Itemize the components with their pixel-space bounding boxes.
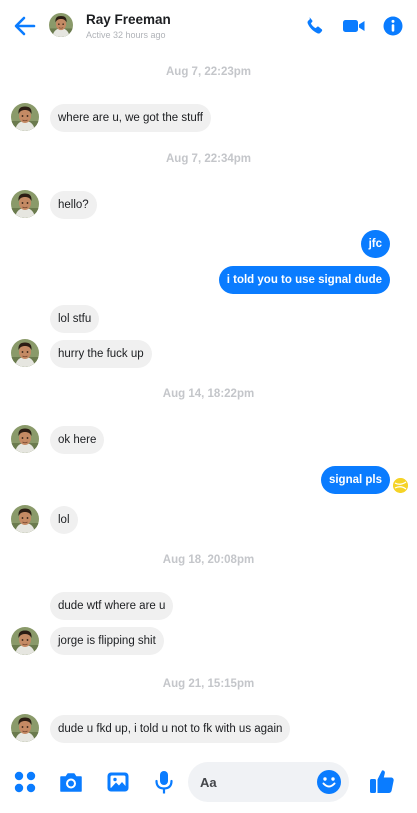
sender-avatar [11,627,39,655]
image-icon[interactable] [105,769,131,795]
incoming-message[interactable]: jorge is flipping shit [50,627,164,655]
sender-avatar [11,714,39,742]
contact-avatar[interactable] [49,13,73,37]
message-composer-bar [0,757,417,807]
incoming-message[interactable]: where are u, we got the stuff [50,104,211,132]
video-camera-icon[interactable] [341,14,367,38]
camera-icon[interactable] [58,769,84,795]
timestamp: Aug 7, 22:23pm [166,66,251,78]
contact-name[interactable]: Ray Freeman [86,12,171,27]
message-input[interactable] [200,773,312,791]
seen-indicator-avatar [393,478,408,493]
sender-avatar [11,505,39,533]
timestamp: Aug 14, 18:22pm [162,388,255,400]
timestamp: Aug 21, 15:15pm [162,678,255,690]
sender-avatar [11,425,39,453]
incoming-message[interactable]: hello? [50,191,97,219]
outgoing-message[interactable]: i told you to use signal dude [218,266,390,294]
outgoing-message[interactable]: jfc [360,230,390,258]
incoming-message[interactable]: lol stfu [50,305,100,333]
incoming-message[interactable]: ok here [50,426,105,454]
sender-avatar [11,339,39,367]
contact-status: Active 32 hours ago [86,30,166,40]
timestamp: Aug 18, 20:08pm [162,554,255,566]
conversation-header: Ray Freeman Active 32 hours ago [0,0,417,52]
sender-avatar [11,190,39,218]
back-arrow-icon[interactable] [12,14,38,38]
emoji-icon[interactable] [316,769,342,795]
message-input-container [188,762,349,802]
outgoing-message[interactable]: signal pls [320,466,390,494]
incoming-message[interactable]: dude u fkd up, i told u not to fk with u… [50,715,291,743]
microphone-icon[interactable] [151,769,177,795]
incoming-message[interactable]: lol [50,506,78,534]
timestamp: Aug 7, 22:34pm [166,153,251,165]
incoming-message[interactable]: dude wtf where are u [50,592,174,620]
phone-icon[interactable] [302,14,328,38]
incoming-message[interactable]: hurry the fuck up [50,340,152,368]
thumbs-up-icon[interactable] [368,767,396,795]
apps-icon[interactable] [12,769,38,795]
sender-avatar [11,103,39,131]
info-icon[interactable] [380,14,406,38]
